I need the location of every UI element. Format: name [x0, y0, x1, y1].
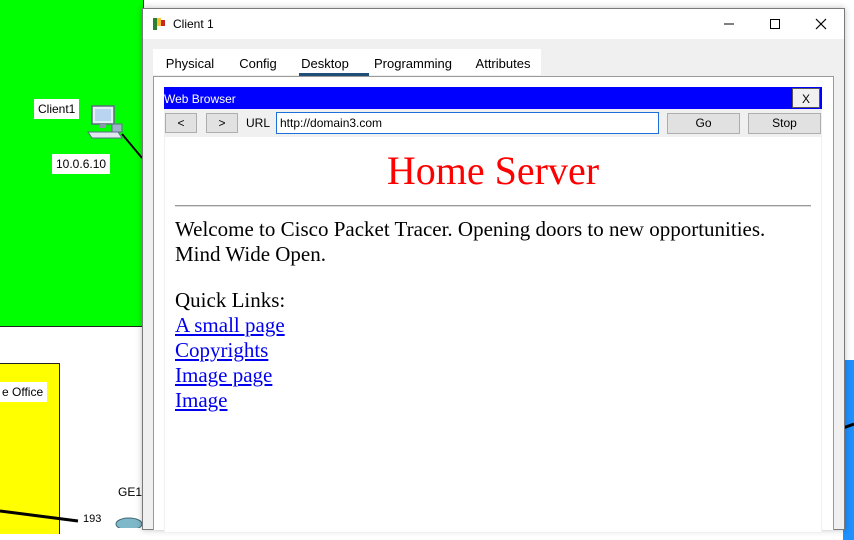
pc-icon[interactable] [86, 104, 128, 146]
device-ip-label: 10.0.6.10 [52, 154, 111, 174]
link-copyrights[interactable]: Copyrights [175, 338, 268, 363]
device-label-client1[interactable]: Client1 [34, 99, 80, 119]
link-image-page[interactable]: Image page [175, 363, 272, 388]
close-icon [815, 18, 827, 30]
app-icon [152, 17, 166, 31]
tab-config[interactable]: Config [227, 49, 289, 75]
router-icon[interactable] [114, 514, 144, 531]
browser-close-button[interactable]: X [792, 88, 820, 108]
cable-router [0, 509, 79, 523]
tab-desktop[interactable]: Desktop [289, 49, 361, 75]
minimize-button[interactable] [706, 9, 752, 39]
interface-label: GE1 [118, 485, 143, 499]
welcome-text: Welcome to Cisco Packet Tracer. Opening … [175, 217, 766, 266]
url-label: URL [246, 116, 271, 130]
tab-strip: Physical Config Desktop Programming Attr… [153, 49, 541, 76]
page-heading: Home Server [386, 148, 600, 193]
minimize-icon [724, 23, 734, 25]
back-button[interactable]: < [165, 113, 197, 133]
web-browser-app: Web Browser X < > URL Go Stop Home Serve… [164, 87, 822, 532]
window-title: Client 1 [173, 17, 214, 31]
browser-title: Web Browser [164, 92, 236, 106]
forward-button[interactable]: > [206, 113, 238, 133]
device-window: Client 1 Physical Config Desktop Program… [142, 8, 845, 532]
maximize-icon [770, 19, 780, 29]
close-button[interactable] [798, 9, 844, 39]
desktop-panel: Web Browser X < > URL Go Stop Home Serve… [153, 76, 834, 532]
horizontal-rule [175, 205, 811, 207]
link-small-page[interactable]: A small page [175, 313, 285, 338]
go-button[interactable]: Go [667, 113, 740, 134]
tab-programming[interactable]: Programming [361, 49, 465, 75]
quick-links-label: Quick Links: [175, 288, 286, 312]
area-label-office: e Office [0, 382, 48, 402]
url-input[interactable] [276, 112, 659, 134]
maximize-button[interactable] [752, 9, 798, 39]
tab-physical[interactable]: Physical [153, 49, 227, 75]
link-image[interactable]: Image [175, 388, 227, 413]
window-titlebar[interactable]: Client 1 [143, 9, 844, 39]
tab-attributes[interactable]: Attributes [465, 49, 541, 75]
browser-titlebar: Web Browser X [164, 87, 822, 109]
stop-button[interactable]: Stop [748, 113, 821, 134]
page-viewport[interactable]: Home Server Welcome to Cisco Packet Trac… [165, 137, 821, 532]
